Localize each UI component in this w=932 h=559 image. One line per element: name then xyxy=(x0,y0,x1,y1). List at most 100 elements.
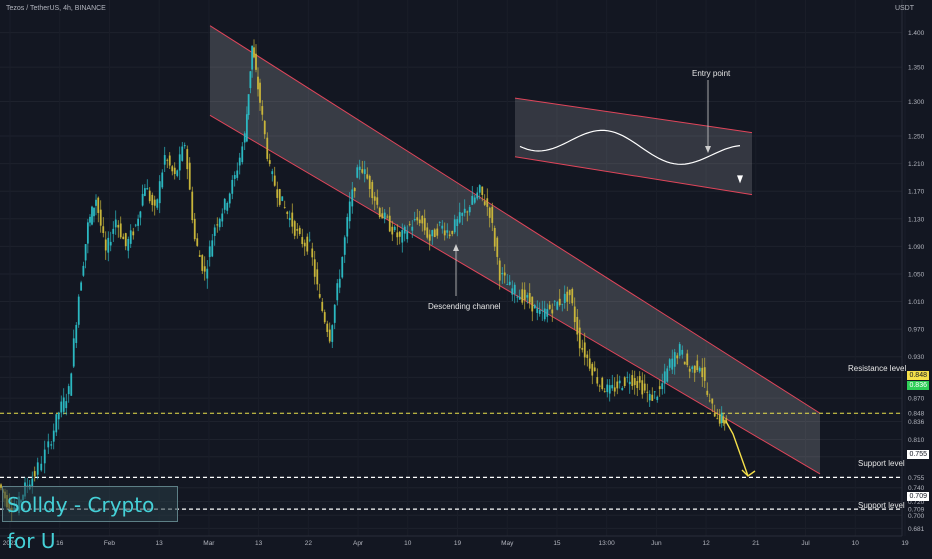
candle-body xyxy=(458,212,461,223)
candle-body xyxy=(583,342,586,358)
candle-body xyxy=(151,194,154,206)
candle-body xyxy=(206,268,209,279)
candle-body xyxy=(253,47,255,58)
candle-body xyxy=(476,192,479,199)
y-tick-label: 0.970 xyxy=(908,327,925,334)
candle-body xyxy=(301,237,304,245)
candle-body xyxy=(40,463,43,471)
x-tick-label: 19 xyxy=(454,540,462,547)
candle-body xyxy=(436,228,439,236)
y-tick-label: 1.050 xyxy=(908,271,925,278)
candle-body xyxy=(501,272,504,275)
candle-body xyxy=(478,185,481,193)
candle-body xyxy=(718,414,721,424)
candle-body xyxy=(161,172,164,188)
candle-body xyxy=(456,219,459,227)
candle-body xyxy=(371,181,374,199)
candle-body xyxy=(653,391,656,393)
candle-body xyxy=(636,381,639,389)
current-price-tag: 0.836 xyxy=(907,381,929,390)
candle-body xyxy=(446,230,449,233)
candle-body xyxy=(208,246,211,258)
y-tick-label: 0.755 xyxy=(908,475,925,482)
candle-body xyxy=(441,225,444,229)
x-tick-label: 10 xyxy=(404,540,412,547)
candle-body xyxy=(203,266,206,272)
candle-body xyxy=(363,169,366,175)
candle-body xyxy=(393,226,396,231)
x-tick-label: May xyxy=(501,540,514,547)
x-tick-label: Apr xyxy=(353,540,364,547)
candle-body xyxy=(581,347,584,350)
candle-body xyxy=(173,167,176,175)
candle-body xyxy=(216,224,219,226)
candle-body xyxy=(606,384,609,393)
candle-body xyxy=(681,349,684,355)
candle-body xyxy=(198,254,201,257)
candle-body xyxy=(513,284,516,294)
candle-body xyxy=(388,215,391,232)
candle-body xyxy=(403,226,406,234)
candle-body xyxy=(261,106,264,115)
candle-body xyxy=(82,265,85,276)
y-tick-label: 1.250 xyxy=(908,134,925,141)
x-tick-label: Jun xyxy=(651,540,662,547)
candle-body xyxy=(526,295,529,298)
candle-body xyxy=(259,82,261,103)
candle-body xyxy=(628,381,631,385)
support-label-1: Support level xyxy=(858,459,905,468)
candle-body xyxy=(416,217,419,221)
candle-body xyxy=(80,282,83,291)
candle-body xyxy=(60,401,63,413)
candle-body xyxy=(338,278,341,288)
candle-body xyxy=(97,197,100,213)
candle-body xyxy=(408,224,411,225)
candle-body xyxy=(296,229,299,231)
candle-body xyxy=(608,385,611,394)
price-chart[interactable]: 1.400 1.350 1.300 1.250 1.210 1.170 1.130 1.090… xyxy=(0,0,932,550)
candle-body xyxy=(641,380,644,395)
candle-body xyxy=(533,304,536,309)
candle-body xyxy=(578,327,581,349)
entry-point-label: Entry point xyxy=(692,69,731,78)
candle-body xyxy=(438,222,441,223)
candle-body xyxy=(421,215,424,224)
x-tick-label: 13 xyxy=(156,540,164,547)
candle-body xyxy=(178,154,181,171)
y-tick-label: 1.090 xyxy=(908,244,925,251)
candle-body xyxy=(573,306,576,323)
candle-body xyxy=(141,193,144,206)
candle-body xyxy=(668,359,671,368)
candle-body xyxy=(233,175,236,179)
candle-body xyxy=(481,186,484,195)
candle-body xyxy=(673,352,676,367)
candle-body xyxy=(708,400,711,402)
candle-body xyxy=(91,206,93,225)
candle-body xyxy=(193,218,196,240)
candle-body xyxy=(271,171,274,175)
candle-body xyxy=(70,373,73,396)
symbol-title: Tezos / TetherUS, 4h, BINANCE xyxy=(6,5,106,12)
candle-body xyxy=(223,198,226,210)
candle-body xyxy=(378,207,381,218)
candle-body xyxy=(166,159,169,161)
candle-body xyxy=(139,211,142,218)
candle-body xyxy=(706,390,709,395)
candle-body xyxy=(57,412,60,420)
candle-body xyxy=(146,188,149,190)
support-price-tag-1: 0.755 xyxy=(907,450,929,459)
candle-body xyxy=(643,383,646,391)
candle-body xyxy=(266,137,269,159)
candle-body xyxy=(701,367,704,378)
candle-body xyxy=(493,227,496,247)
candle-body xyxy=(623,377,626,386)
candle-body xyxy=(283,207,286,208)
candle-body xyxy=(633,378,636,386)
x-tick-label: Jul xyxy=(801,540,810,547)
candle-body xyxy=(176,170,179,176)
x-tick-label: Feb xyxy=(104,540,116,547)
candle-body xyxy=(498,260,501,281)
candle-body xyxy=(561,303,564,305)
candle-body xyxy=(658,386,661,390)
candle-body xyxy=(273,175,276,186)
